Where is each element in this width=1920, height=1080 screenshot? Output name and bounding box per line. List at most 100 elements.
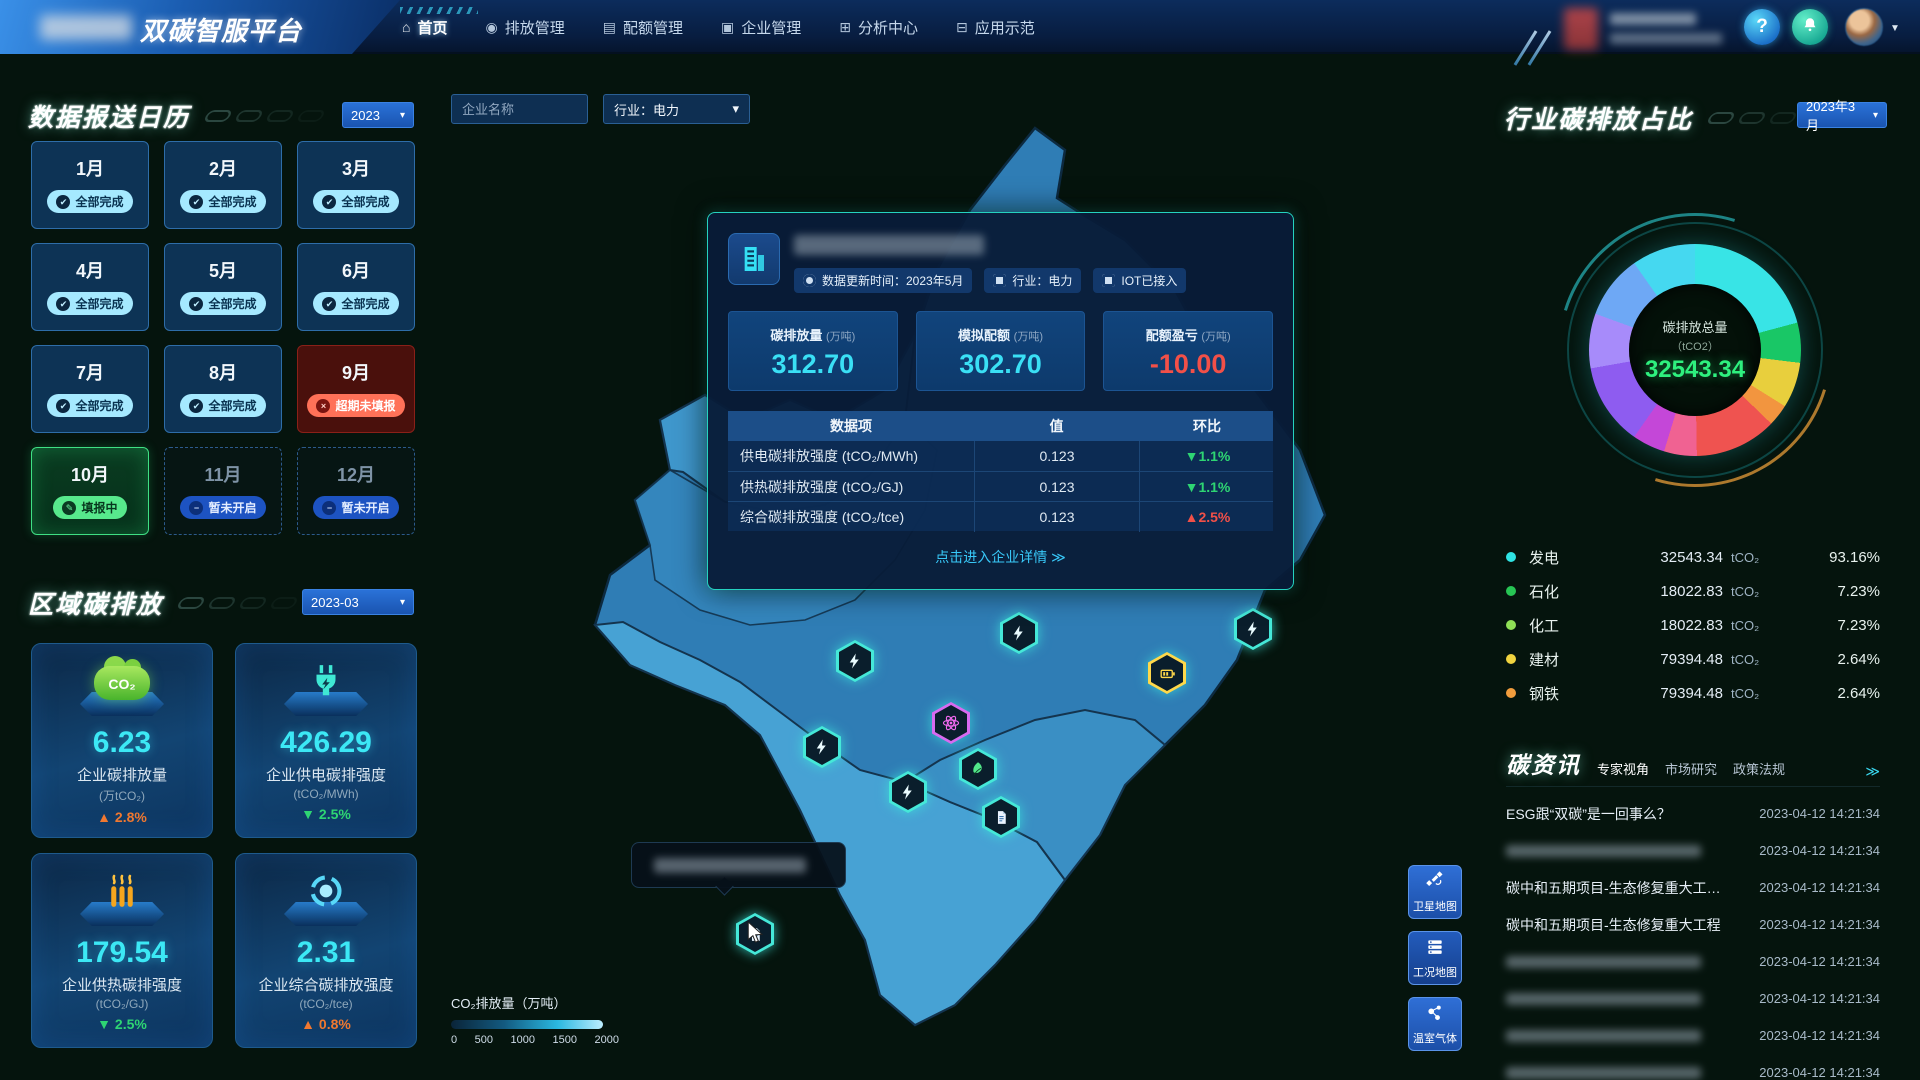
nav-label: 排放管理 [505,17,565,38]
calendar-month-card[interactable]: 5月 ✔全部完成 [164,243,282,331]
satellite-icon [1425,871,1445,896]
map-marker-bolt[interactable] [889,771,927,813]
month-label: 3月 [298,155,414,181]
news-item[interactable]: ESG跟“双碳”是一回事么？ 2023-04-12 14:21:34 [1506,795,1880,832]
calendar-month-card[interactable]: 2月 ✔全部完成 [164,141,282,229]
home-icon: ⌂ [402,19,410,35]
enterprise-detail-popup: 数据更新时间：2023年5月 行业：电力 IOT已接入 碳排放量 (万吨) 31… [707,212,1294,590]
check-icon: ✔ [56,195,70,209]
news-item[interactable]: 2023-04-12 14:21:34 [1506,1054,1880,1080]
legend-dot [1506,688,1516,698]
metric-card-emission[interactable]: CO₂ 6.23 企业碳排放量 (万tCO₂) ▲ 2.8% [31,643,213,838]
data-item-change: ▼1.1% [1139,472,1275,502]
news-item[interactable]: 2023-04-12 14:21:34 [1506,1017,1880,1054]
calendar-month-card[interactable]: 9月 ×超期未填报 [297,345,415,433]
legend-row[interactable]: 石化 18022.83 tCO₂ 7.23% [1506,574,1880,608]
top-navigation-bar: 双碳智服平台 ⌂ 首页 ◉ 排放管理 ▤ 配额管理 ▣ 企业管理 ⊞ 分析中心 [0,0,1920,54]
map-marker-leaf[interactable] [959,748,997,790]
nav-item-enterprise[interactable]: ▣ 企业管理 [721,17,801,38]
nav-label: 首页 [417,17,447,38]
map-layer-controls: 卫星地图 工况地图 温室气体 [1408,865,1462,1051]
nav-label: 企业管理 [741,17,801,38]
calendar-month-card[interactable]: 4月 ✔全部完成 [31,243,149,331]
popup-stat-boxes: 碳排放量 (万吨) 312.70 模拟配额 (万吨) 302.70 配额盈亏 (… [728,311,1273,391]
calendar-year-select[interactable]: 2023 ▾ [342,102,414,128]
calendar-month-card[interactable]: 10月 ✎填报中 [31,447,149,535]
calendar-month-card[interactable]: 8月 ✔全部完成 [164,345,282,433]
nav-item-emission[interactable]: ◉ 排放管理 [485,17,564,38]
calendar-month-card[interactable]: 1月 ✔全部完成 [31,141,149,229]
help-button[interactable]: ? [1744,9,1780,45]
user-avatar[interactable] [1845,8,1883,46]
data-item-value: 0.123 [974,502,1139,532]
news-item[interactable]: 2023-04-12 14:21:34 [1506,980,1880,1017]
report-calendar-grid: 1月 ✔全部完成 2月 ✔全部完成 3月 ✔全部完成 4月 ✔全部完成 5月 ✔… [31,141,415,535]
redacted-text [654,858,806,873]
news-item[interactable]: 2023-04-12 14:21:34 [1506,832,1880,869]
chevron-down-icon: ▾ [1873,110,1878,121]
legend-row[interactable]: 发电 32543.34 tCO₂ 93.16% [1506,540,1880,574]
metric-value: 6.23 [32,726,212,760]
monitor-icon: ▣ [721,19,734,36]
notifications-button[interactable] [1792,9,1828,45]
legend-row[interactable]: 建材 79394.48 tCO₂ 2.64% [1506,642,1880,676]
status-badge: ✔全部完成 [180,292,265,315]
map-marker-document[interactable] [982,796,1020,838]
map-marker-bolt[interactable] [1000,612,1038,654]
chevron-down-icon: ▾ [732,101,739,117]
news-tab-policy[interactable]: 政策法规 [1733,759,1785,780]
dual-carbon-dashboard: 双碳智服平台 ⌂ 首页 ◉ 排放管理 ▤ 配额管理 ▣ 企业管理 ⊞ 分析中心 [0,0,1920,1080]
news-more-link[interactable]: ≫ [1865,763,1880,780]
company-search-input[interactable] [451,94,588,124]
map-marker-bolt[interactable] [836,640,874,682]
nav-label: 应用示范 [975,17,1035,38]
map-marker-atom[interactable] [932,702,970,744]
greenhouse-gas-button[interactable]: 温室气体 [1408,997,1462,1051]
metric-card-power-intensity[interactable]: 426.29 企业供电碳排强度 (tCO₂/MWh) ▼ 2.5% [235,643,417,838]
bell-icon [1801,16,1819,39]
title-decoration [206,110,323,122]
metric-card-heat-intensity[interactable]: 179.54 企业供热碳排强度 (tCO₂/GJ) ▼ 2.5% [31,853,213,1048]
status-text: 暂未开启 [208,499,256,516]
industry-period-select[interactable]: 2023年3月 ▾ [1797,102,1887,128]
calendar-month-card[interactable]: 7月 ✔全部完成 [31,345,149,433]
org-logo-redacted [1564,8,1598,50]
enterprise-detail-link[interactable]: 点击进入企业详情 ≫ [728,547,1273,567]
calendar-month-card[interactable]: 11月 −暂未开启 [164,447,282,535]
metric-delta: ▼ 2.5% [32,1016,212,1032]
map-marker-bolt[interactable] [803,726,841,768]
legend-row[interactable]: 钢铁 79394.48 tCO₂ 2.64% [1506,676,1880,710]
map-marker-bolt[interactable] [1234,608,1272,650]
data-item-change: ▲2.5% [1139,502,1275,532]
satellite-map-button[interactable]: 卫星地图 [1408,865,1462,919]
news-item[interactable]: 碳中和五期项目-生态修复重大工程... 2023-04-12 14:21:34 [1506,869,1880,906]
column-header: 环比 [1139,411,1275,441]
calendar-month-card[interactable]: 6月 ✔全部完成 [297,243,415,331]
month-label: 1月 [32,155,148,181]
metric-unit: (tCO₂/GJ) [32,997,212,1011]
news-item[interactable]: 2023-04-12 14:21:34 [1506,943,1880,980]
nav-item-demo[interactable]: ⊟ 应用示范 [956,17,1035,38]
industry-filter-select[interactable]: 行业：电力 ▾ [603,94,750,124]
nav-item-analysis[interactable]: ⊞ 分析中心 [839,17,918,38]
org-subtitle-redacted [1610,33,1722,44]
map-marker-battery[interactable] [1148,652,1186,694]
chevron-down-icon[interactable]: ▼ [1890,23,1900,34]
condition-map-button[interactable]: 工况地图 [1408,931,1462,985]
news-item[interactable]: 碳中和五期项目-生态修复重大工程 2023-04-12 14:21:34 [1506,906,1880,943]
news-tab-market[interactable]: 市场研究 [1665,759,1717,780]
chevron-down-icon: ▾ [400,110,405,121]
data-item-name: 综合碳排放强度 (tCO₂/tce) [728,507,974,527]
region-period-select[interactable]: 2023-03 ▾ [302,589,414,615]
metric-unit: (万tCO₂) [32,787,212,804]
calendar-month-card[interactable]: 12月 −暂未开启 [297,447,415,535]
legend-row[interactable]: 化工 18022.83 tCO₂ 7.23% [1506,608,1880,642]
metric-card-composite-intensity[interactable]: 2.31 企业综合碳排放强度 (tCO₂/tce) ▲ 0.8% [235,853,417,1048]
nav-item-quota[interactable]: ▤ 配额管理 [603,17,683,38]
calendar-month-card[interactable]: 3月 ✔全部完成 [297,141,415,229]
data-item-name: 供电碳排放强度 (tCO₂/MWh) [728,446,974,466]
metric-label: 企业供电碳排强度 [236,764,416,785]
calendar-section-header: 数据报送日历 [28,98,323,134]
nav-item-home[interactable]: ⌂ 首页 [402,17,447,38]
news-tab-expert[interactable]: 专家视角 [1597,759,1649,780]
